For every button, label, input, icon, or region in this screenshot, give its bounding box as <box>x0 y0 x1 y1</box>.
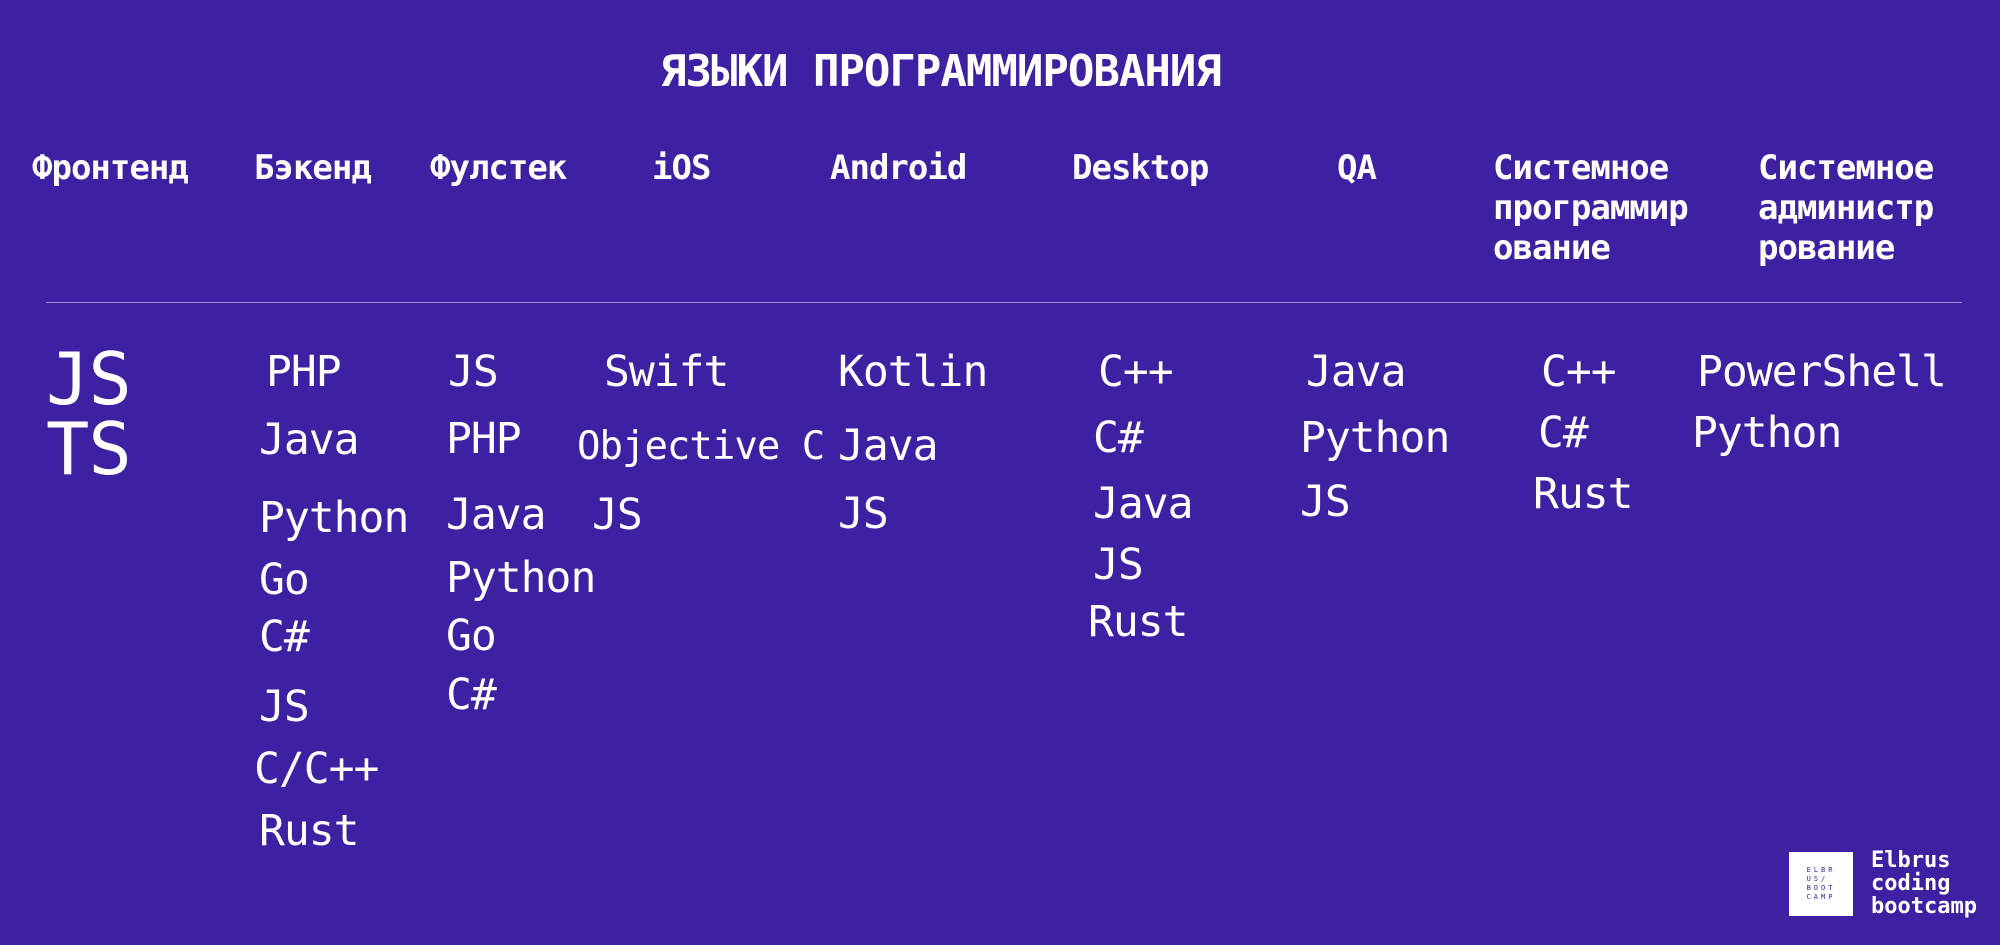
heading-ios: iOS <box>652 148 711 188</box>
lang-item: JS <box>838 489 889 539</box>
lang-item: Rust <box>259 806 360 856</box>
lang-item: PHP <box>266 347 342 397</box>
lang-item: PHP <box>446 414 522 464</box>
heading-qa: QA <box>1337 148 1377 188</box>
lang-item: Python <box>1692 408 1842 458</box>
heading-system-administration: Системное администр рование <box>1758 148 1934 268</box>
lang-item: Swift <box>604 347 729 397</box>
page-title: ЯЗЫКИ ПРОГРАММИРОВАНИЯ <box>660 46 1222 97</box>
elbrus-logo-mark: ELBR US/BOOT CAMP <box>1789 852 1853 916</box>
lang-item: JS <box>46 337 132 421</box>
lang-item: C/C++ <box>254 744 379 794</box>
divider <box>46 302 1962 303</box>
heading-android: Android <box>830 148 967 188</box>
lang-item: Objective C <box>577 424 825 469</box>
lang-item: C++ <box>1098 347 1174 397</box>
lang-item: TS <box>46 407 132 491</box>
heading-desktop: Desktop <box>1072 148 1209 188</box>
elbrus-logo-text: Elbrus coding bootcamp <box>1871 848 1977 919</box>
lang-item: JS <box>259 682 310 732</box>
lang-item: JS <box>1093 540 1144 590</box>
lang-item: Java <box>446 490 547 540</box>
lang-item: Rust <box>1533 469 1634 519</box>
lang-item: Java <box>1093 479 1194 529</box>
lang-item: JS <box>448 347 499 397</box>
lang-item: Java <box>259 415 360 465</box>
lang-item: Java <box>1306 347 1407 397</box>
lang-item: C# <box>1538 408 1589 458</box>
lang-item: C# <box>259 612 310 662</box>
heading-system-programming: Системное программир ование <box>1493 148 1689 268</box>
lang-item: Python <box>259 493 409 543</box>
lang-item: JS <box>592 490 643 540</box>
heading-frontend: Фронтенд <box>32 148 189 188</box>
lang-item: Java <box>838 421 939 471</box>
heading-backend: Бэкенд <box>254 148 372 188</box>
lang-item: C++ <box>1541 347 1617 397</box>
lang-item: Python <box>1300 413 1450 463</box>
lang-item: Go <box>446 611 497 661</box>
lang-item: C# <box>446 670 497 720</box>
lang-item: Python <box>446 553 596 603</box>
lang-item: Rust <box>1088 597 1189 647</box>
heading-fullstack: Фулстек <box>430 148 567 188</box>
lang-item: PowerShell <box>1697 347 1947 397</box>
lang-item: C# <box>1093 413 1144 463</box>
lang-item: Go <box>259 555 310 605</box>
lang-item: JS <box>1300 477 1351 527</box>
lang-item: Kotlin <box>838 347 988 397</box>
